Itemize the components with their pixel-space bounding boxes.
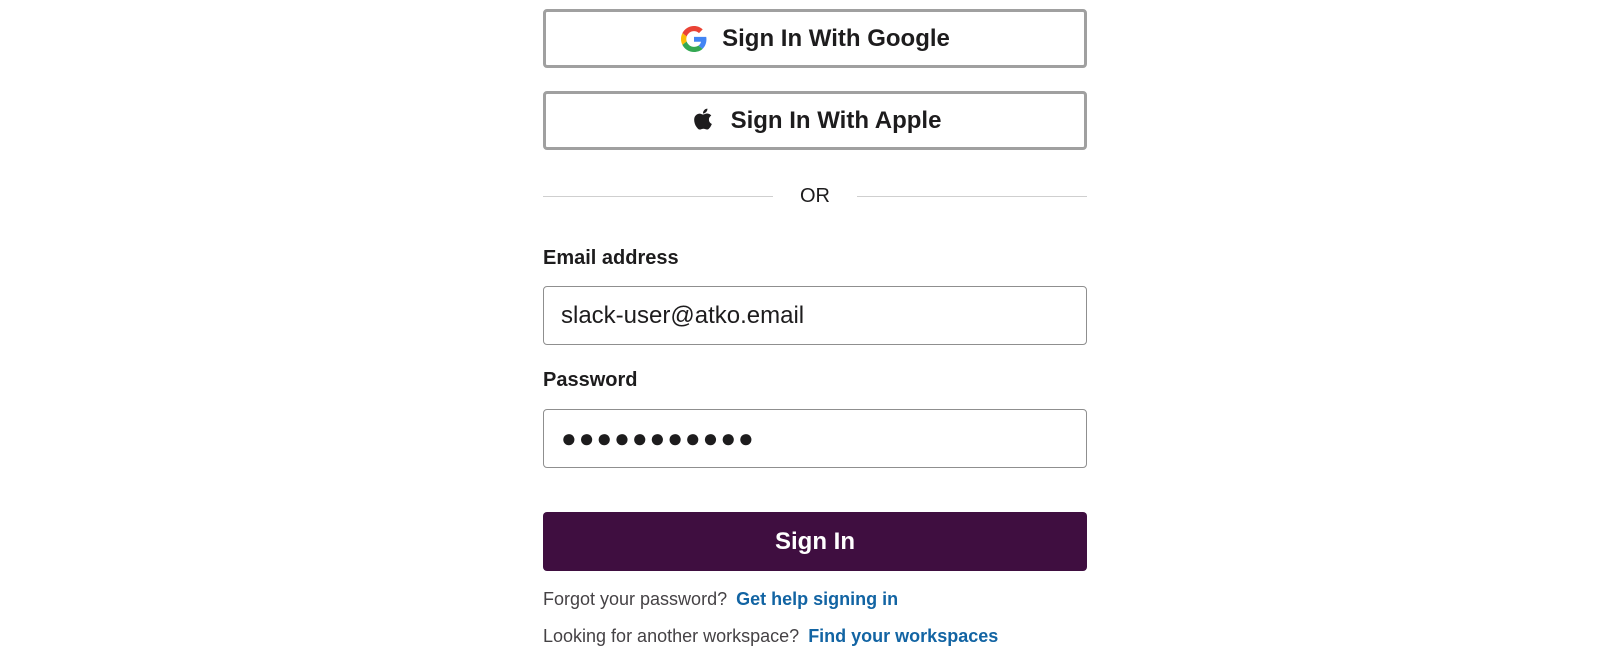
- divider-line-left: [543, 195, 773, 197]
- password-label: Password: [543, 369, 638, 391]
- google-icon: [680, 25, 708, 53]
- sign-in-page: Sign In With Google Sign In With Apple O…: [0, 0, 1602, 652]
- sign-in-with-apple-button[interactable]: Sign In With Apple: [543, 91, 1087, 150]
- find-workspace-line: Looking for another workspace? Find your…: [543, 626, 998, 647]
- email-label: Email address: [543, 247, 679, 269]
- password-field[interactable]: [543, 409, 1087, 468]
- sign-in-button[interactable]: Sign In: [543, 512, 1087, 571]
- forgot-password-line: Forgot your password? Get help signing i…: [543, 589, 898, 610]
- email-field[interactable]: [543, 286, 1087, 345]
- apple-button-label: Sign In With Apple: [730, 106, 942, 134]
- get-help-signing-in-link[interactable]: Get help signing in: [736, 589, 898, 609]
- apple-icon: [689, 107, 717, 135]
- sign-in-with-google-button[interactable]: Sign In With Google: [543, 9, 1087, 68]
- or-divider: OR: [543, 181, 1087, 211]
- find-your-workspaces-link[interactable]: Find your workspaces: [808, 626, 998, 646]
- or-text: OR: [800, 184, 830, 207]
- divider-line-right: [857, 195, 1087, 197]
- forgot-password-text: Forgot your password?: [543, 589, 728, 609]
- google-button-label: Sign In With Google: [722, 24, 950, 52]
- another-workspace-text: Looking for another workspace?: [543, 626, 800, 646]
